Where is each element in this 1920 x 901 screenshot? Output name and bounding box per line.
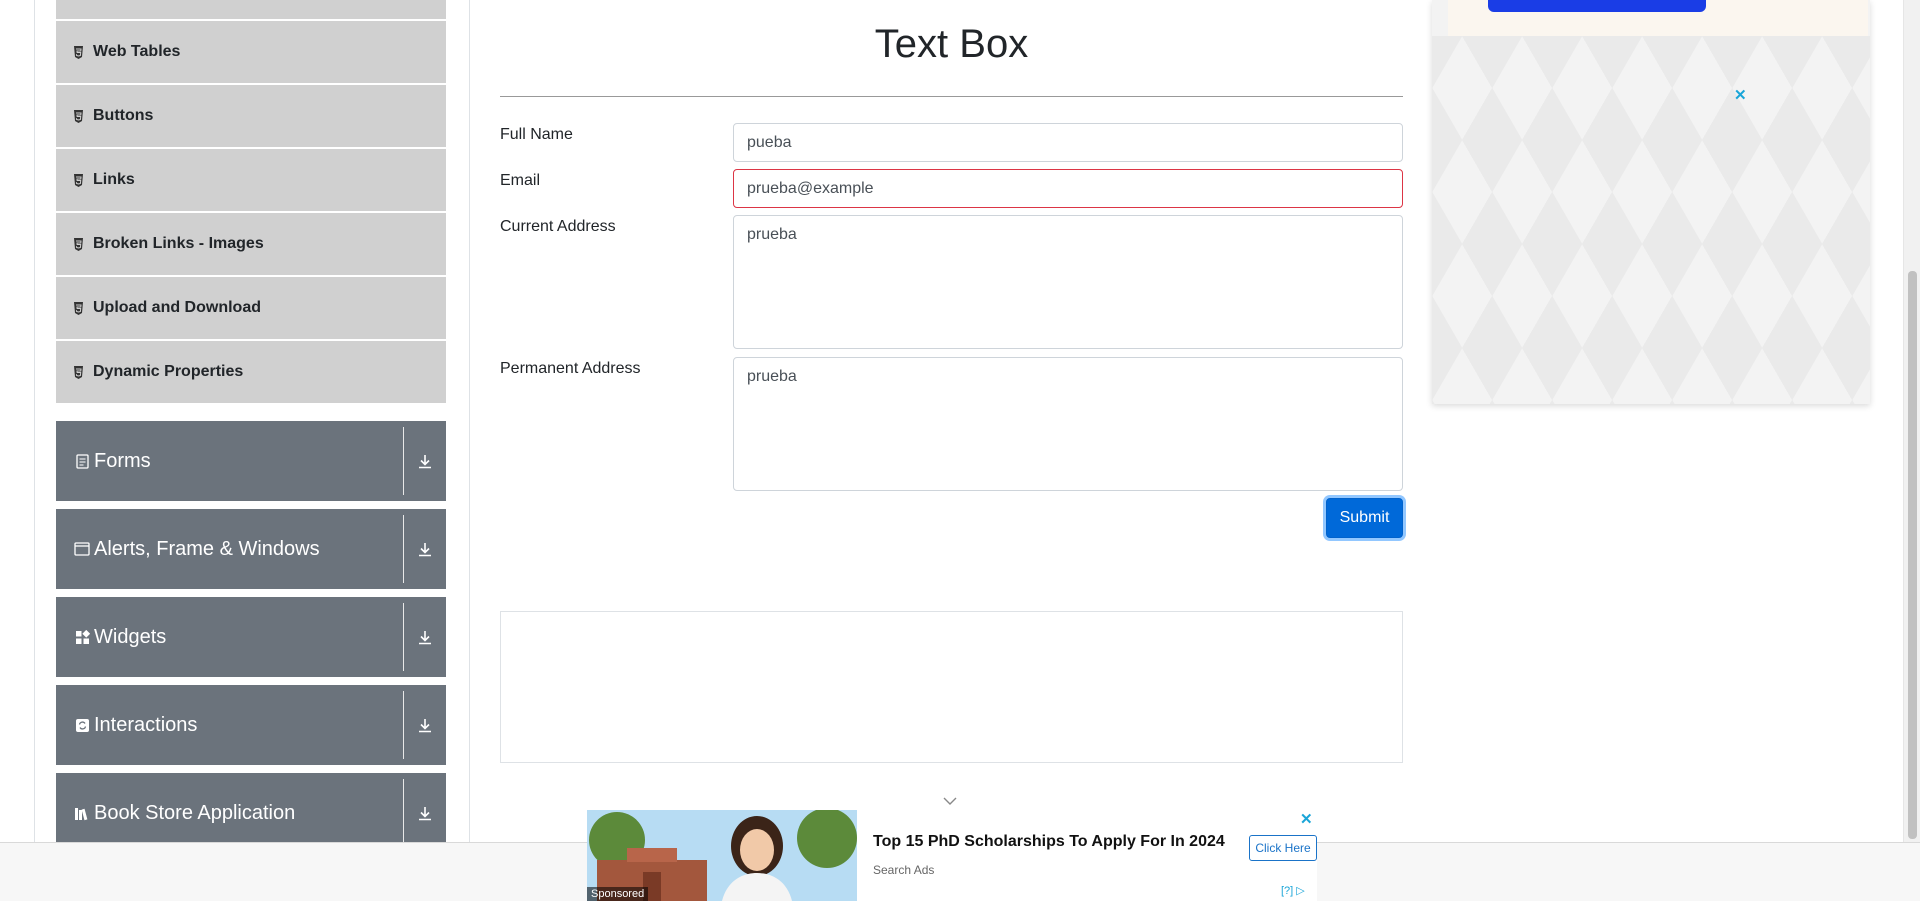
group-book-store[interactable]: Book Store Application xyxy=(56,773,446,853)
group-forms[interactable]: Forms xyxy=(56,421,446,501)
books-icon xyxy=(74,805,90,821)
ad-headline[interactable]: Top 15 PhD Scholarships To Apply For In … xyxy=(873,833,1225,851)
sidebar-item-upload-download[interactable]: Upload and Download xyxy=(56,277,446,339)
right-advertisement[interactable]: ✕ xyxy=(1432,0,1870,404)
sidebar-item-label: Buttons xyxy=(93,107,154,124)
content-divider xyxy=(469,0,470,842)
sidebar-item-broken-links[interactable]: Broken Links - Images xyxy=(56,213,446,275)
bottom-advertisement[interactable]: Sponsored Top 15 PhD Scholarships To App… xyxy=(587,810,1317,901)
output-box xyxy=(500,611,1403,763)
ad-info-icon[interactable]: [?] ▷ xyxy=(1281,884,1305,897)
sponsored-label: Sponsored xyxy=(587,887,649,901)
page-title: Text Box xyxy=(874,22,1029,66)
window-icon xyxy=(74,541,90,557)
download-arrow-icon[interactable] xyxy=(404,718,446,733)
ad-button[interactable] xyxy=(1488,0,1706,12)
group-alerts-frame-windows[interactable]: Alerts, Frame & Windows xyxy=(56,509,446,589)
ad-pattern xyxy=(1432,36,1870,404)
download-arrow-icon[interactable] xyxy=(404,454,446,469)
form-icon xyxy=(74,453,90,469)
permanent-address-textarea[interactable]: prueba xyxy=(733,357,1403,491)
ad-image[interactable]: Sponsored xyxy=(587,810,857,901)
ad-source: Search Ads xyxy=(873,863,935,877)
permanent-address-label: Permanent Address xyxy=(500,360,641,377)
sidebar-item-label: Web Tables xyxy=(93,43,181,60)
group-interactions[interactable]: Interactions xyxy=(56,685,446,765)
sidebar-item-label: Links xyxy=(93,171,135,188)
ad-close-icon[interactable]: ✕ xyxy=(1300,810,1313,828)
html5-icon xyxy=(72,237,85,251)
group-label: Book Store Application xyxy=(94,801,296,824)
interactions-icon xyxy=(74,717,90,733)
group-label: Forms xyxy=(94,449,151,472)
download-arrow-icon[interactable] xyxy=(404,630,446,645)
html5-icon xyxy=(72,45,85,59)
sidebar-item-label: Broken Links - Images xyxy=(93,235,264,252)
full-name-input[interactable]: pueba xyxy=(733,123,1403,162)
submit-button[interactable]: Submit xyxy=(1326,498,1403,538)
ad-close-icon[interactable]: ✕ xyxy=(1734,86,1747,104)
sidebar-item-dynamic-properties[interactable]: Dynamic Properties xyxy=(56,341,446,403)
title-divider xyxy=(500,96,1403,97)
sidebar-item-links[interactable]: Links xyxy=(56,149,446,211)
sidebar-item-label: Upload and Download xyxy=(93,299,261,316)
html5-icon xyxy=(72,365,85,379)
sidebar-item-web-tables[interactable]: Web Tables xyxy=(56,21,446,83)
html5-icon xyxy=(72,109,85,123)
ad-cta-button[interactable]: Click Here xyxy=(1249,835,1317,861)
download-arrow-icon[interactable] xyxy=(404,542,446,557)
sidebar-item-partial[interactable] xyxy=(56,0,446,19)
scrollbar-thumb[interactable] xyxy=(1908,271,1917,839)
current-address-label: Current Address xyxy=(500,218,616,235)
html5-icon xyxy=(72,301,85,315)
download-arrow-icon[interactable] xyxy=(404,806,446,821)
current-address-textarea[interactable]: prueba xyxy=(733,215,1403,349)
widgets-icon xyxy=(74,629,90,645)
email-input[interactable]: prueba@example xyxy=(733,169,1403,208)
group-label: Widgets xyxy=(94,625,167,648)
vertical-scrollbar[interactable] xyxy=(1903,0,1920,842)
ad-info-label: [?] xyxy=(1281,885,1294,897)
full-name-label: Full Name xyxy=(500,126,573,143)
email-label: Email xyxy=(500,172,541,189)
sidebar-item-label: Dynamic Properties xyxy=(93,363,244,380)
page: Web Tables Buttons Links Broken Links - … xyxy=(0,0,1920,901)
left-divider xyxy=(34,0,35,842)
group-widgets[interactable]: Widgets xyxy=(56,597,446,677)
html5-icon xyxy=(72,173,85,187)
group-label: Interactions xyxy=(94,713,198,736)
group-label: Alerts, Frame & Windows xyxy=(94,537,320,560)
sidebar-item-buttons[interactable]: Buttons xyxy=(56,85,446,147)
chevron-down-icon[interactable] xyxy=(942,793,958,809)
